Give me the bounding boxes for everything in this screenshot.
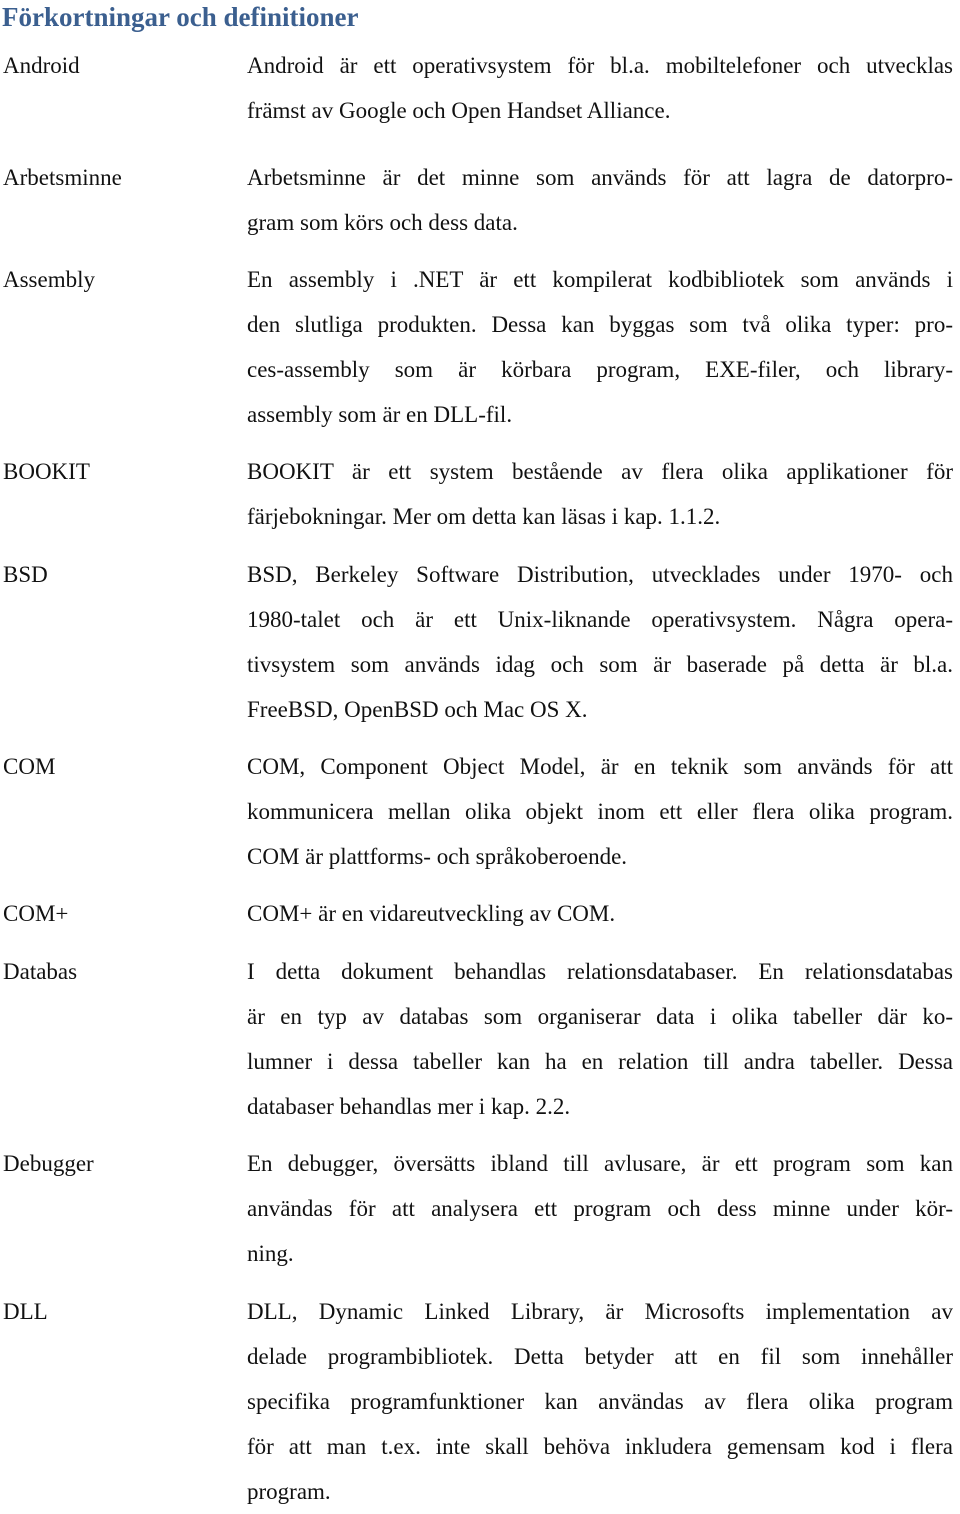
definition-line: databaser behandlas mer i kap. 2.2. (247, 1094, 571, 1119)
definition-line: COM+ är en vidareutveckling av COM. (247, 901, 616, 926)
glossary-term: Databas (3, 959, 78, 984)
glossary-definition: COM, Component Object Model, är en tekni… (247, 744, 953, 879)
definition-line: BSD, Berkeley Software Distribution, utv… (247, 562, 953, 587)
glossary-definition: BSD, Berkeley Software Distribution, utv… (247, 552, 953, 732)
definition-line: kommunicera mellan olika objekt inom ett… (247, 799, 953, 824)
definition-line: Android är ett operativsystem för bl.a. … (247, 53, 953, 78)
definition-line: En debugger, översätts ibland till avlus… (247, 1151, 953, 1176)
definition-line: för att man t.ex. inte skall behöva inkl… (247, 1434, 953, 1459)
glossary-term: Arbetsminne (3, 165, 122, 190)
glossary-term: DLL (3, 1299, 48, 1324)
definition-line: En assembly i .NET är ett kompilerat kod… (247, 267, 953, 292)
definition-line: FreeBSD, OpenBSD och Mac OS X. (247, 697, 588, 722)
definition-line: I detta dokument behandlas relationsdata… (247, 959, 953, 984)
glossary-definition: I detta dokument behandlas relationsdata… (247, 949, 953, 1129)
glossary-term: COM (3, 754, 56, 779)
glossary-definition: En debugger, översätts ibland till avlus… (247, 1141, 953, 1276)
definition-line: 1980-talet och är ett Unix-liknande oper… (247, 607, 953, 632)
glossary-term: Assembly (3, 267, 95, 292)
definition-line: är en typ av databas som organiserar dat… (247, 1004, 953, 1029)
definition-line: ning. (247, 1241, 294, 1266)
definition-line: lumner i dessa tabeller kan ha en relati… (247, 1049, 953, 1074)
definition-line: program. (247, 1479, 331, 1504)
definition-line: främst av Google och Open Handset Allian… (247, 98, 671, 123)
definition-line: specifika programfunktioner kan användas… (247, 1389, 953, 1414)
definition-line: COM, Component Object Model, är en tekni… (247, 754, 953, 779)
glossary-term: Android (3, 53, 80, 78)
glossary-term: Debugger (3, 1151, 94, 1176)
definition-line: delade programbibliotek. Detta betyder a… (247, 1344, 953, 1369)
definition-line: COM är plattforms- och språkoberoende. (247, 844, 628, 869)
page-title: Förkortningar och definitioner (2, 2, 359, 32)
definition-line: gram som körs och dess data. (247, 210, 518, 235)
definition-line: BOOKIT är ett system bestående av flera … (247, 459, 953, 484)
glossary-definition: BOOKIT är ett system bestående av flera … (247, 449, 953, 539)
glossary-term: BOOKIT (3, 459, 90, 484)
glossary-definition: En assembly i .NET är ett kompilerat kod… (247, 257, 953, 437)
definition-line: användas för att analysera ett program o… (247, 1196, 953, 1221)
definition-line: ces-assembly som är körbara program, EXE… (247, 357, 953, 382)
glossary-term: COM+ (3, 901, 69, 926)
definition-line: DLL, Dynamic Linked Library, är Microsof… (247, 1299, 953, 1324)
glossary-definition: DLL, Dynamic Linked Library, är Microsof… (247, 1289, 953, 1514)
definition-line: tivsystem som används idag och som är ba… (247, 652, 953, 677)
definition-line: färjebokningar. Mer om detta kan läsas i… (247, 504, 721, 529)
definition-line: assembly som är en DLL-fil. (247, 402, 513, 427)
definition-line: den slutliga produkten. Dessa kan byggas… (247, 312, 953, 337)
glossary-definition: COM+ är en vidareutveckling av COM. (247, 891, 953, 936)
glossary-definition: Android är ett operativsystem för bl.a. … (247, 43, 953, 133)
glossary-term: BSD (3, 562, 48, 587)
definition-line: Arbetsminne är det minne som används för… (247, 165, 953, 190)
glossary-definition: Arbetsminne är det minne som används för… (247, 155, 953, 245)
